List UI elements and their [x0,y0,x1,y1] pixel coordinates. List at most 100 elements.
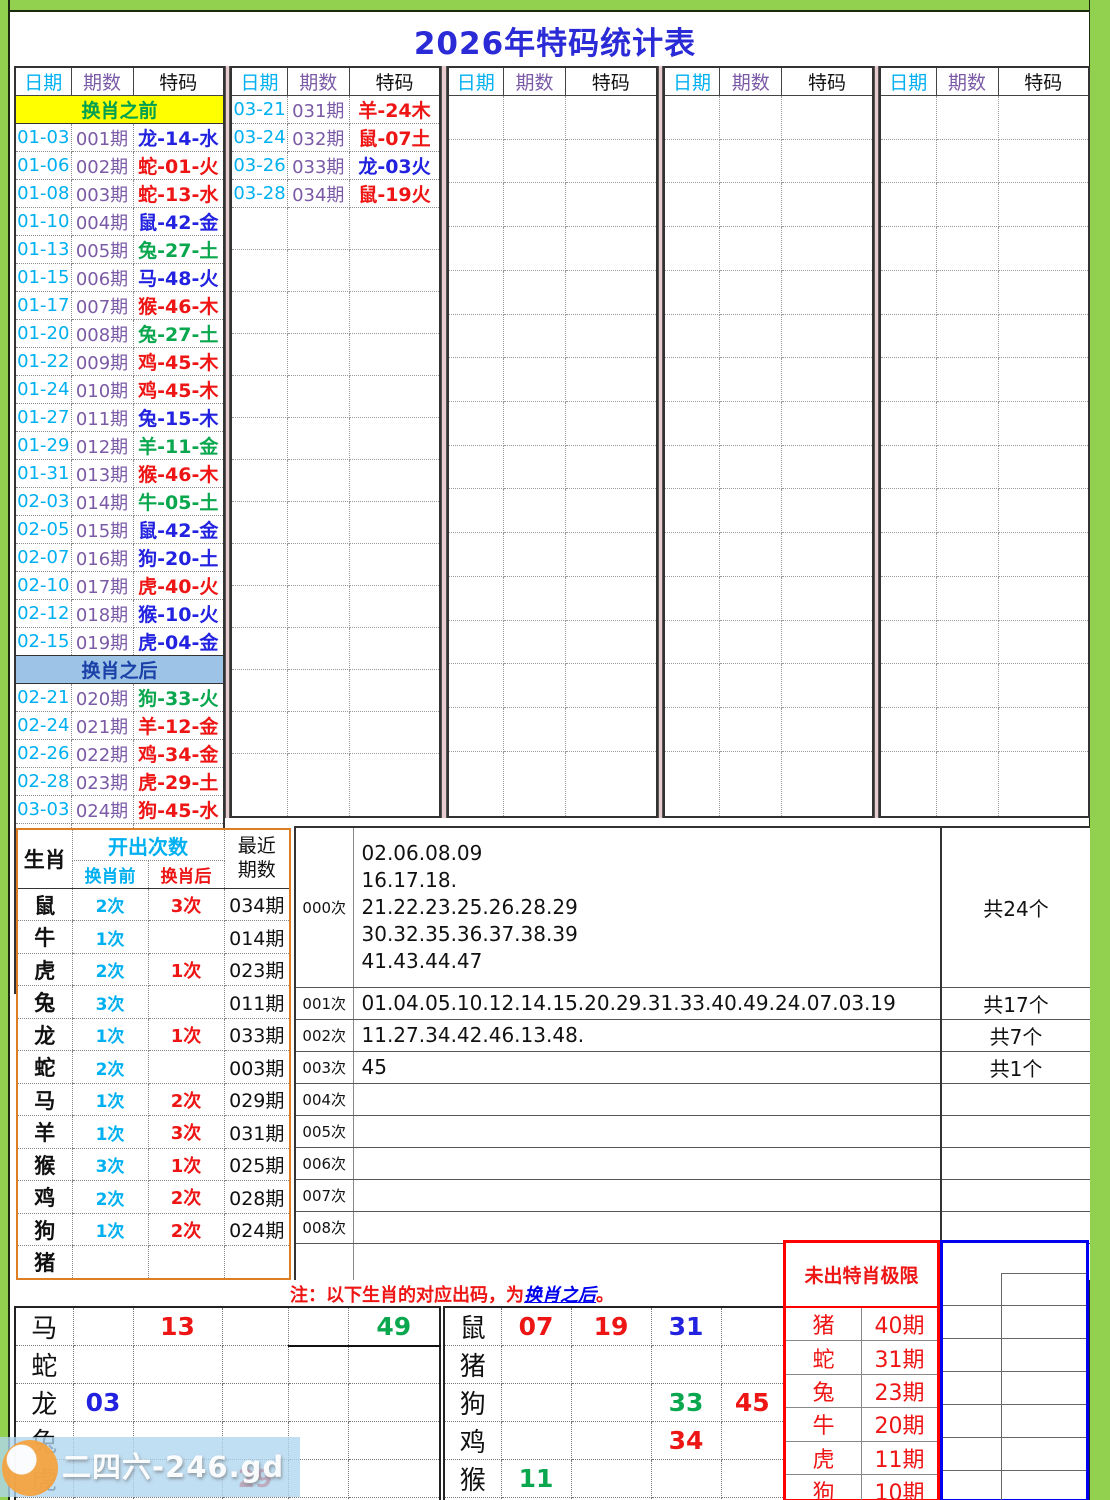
before-count: 2次 [72,1051,148,1083]
empty-cell [998,358,1089,402]
after-count: 3次 [148,1116,224,1148]
frame-left [0,0,10,1500]
recent-header: 最近期数 [224,829,290,889]
empty-cell [880,664,936,708]
code-cell: 兔-27-土 [133,320,224,348]
date-cell: 02-28 [15,768,71,796]
times-header: 开出次数 [72,829,224,861]
recent-period: 034期 [224,889,290,921]
empty-cell [664,402,720,446]
recent-period: 025期 [224,1148,290,1180]
column-header: 期数 [71,67,133,96]
empty-row [448,139,657,183]
recent-period: 014期 [224,921,290,953]
empty-cell [664,183,720,227]
code-cell: 蛇-13-水 [133,180,224,208]
note-link[interactable]: 换肖之后 [524,1285,596,1306]
before-subheader: 换肖前 [72,861,148,889]
frequency-numbers: 01.04.05.10.12.14.15.20.29.31.33.40.49.2… [353,987,941,1019]
frequency-numbers [353,1083,941,1115]
empty-row [448,445,657,489]
period-cell: 009期 [71,348,133,376]
empty-cell [349,376,440,418]
empty-cell [504,402,566,446]
code-cell: 兔-15-木 [133,404,224,432]
frequency-count [941,1179,1090,1211]
table-row: 03-24032期鼠-07土 [231,124,440,152]
empty-cell [998,620,1089,664]
empty-cell [720,620,782,664]
empty-cell [504,227,566,271]
blue-box-line [943,1437,1086,1438]
limits-title: 未出特肖极限 [786,1243,937,1308]
limit-row: 牛20期 [786,1408,937,1441]
empty-cell [664,664,720,708]
limit-periods: 10期 [862,1474,938,1500]
empty-cell [936,270,998,314]
empty-cell [880,445,936,489]
after-count: 1次 [148,1018,224,1050]
before-count: 1次 [72,1116,148,1148]
empty-row [231,544,440,586]
column-header: 期数 [936,67,998,96]
column-header: 期数 [287,67,349,96]
code-cell: 鼠-07土 [349,124,440,152]
limit-row: 猪40期 [786,1308,937,1341]
date-cell: 02-10 [15,572,71,600]
empty-cell [349,712,440,754]
code-cell: 鼠-42-金 [133,208,224,236]
date-cell: 01-10 [15,208,71,236]
section-label: 换肖之后 [15,656,224,684]
empty-row [664,402,873,446]
empty-cell [231,460,287,502]
empty-cell [504,620,566,664]
empty-row [664,445,873,489]
empty-cell [287,502,349,544]
limit-periods: 40期 [862,1308,938,1341]
empty-cell [720,270,782,314]
stats-header-row: 生肖开出次数最近期数 [17,829,290,861]
stats-zodiac: 狗 [17,1213,72,1245]
empty-cell [664,270,720,314]
date-cell: 02-24 [15,712,71,740]
date-cell: 03-26 [231,152,287,180]
frequency-row: 007次 [295,1179,1090,1211]
table-row: 02-26022期鸡-34-金 [15,740,224,768]
period-cell: 022期 [71,740,133,768]
stats-row: 猪 [17,1246,290,1279]
stats-row: 猴3次1次025期 [17,1148,290,1180]
period-cell: 021期 [71,712,133,740]
empty-row [880,533,1089,577]
empty-cell [782,489,873,533]
table-row: 01-08003期蛇-13-水 [15,180,224,208]
empty-row [664,708,873,752]
code-cell: 虎-40-火 [133,572,224,600]
zodiac-number-row: 蛇 [15,1346,440,1384]
empty-cell [349,502,440,544]
date-cell: 01-20 [15,320,71,348]
zodiac-cell: 猪 [444,1346,501,1384]
column-header: 特码 [349,67,440,96]
column-header: 日期 [880,67,936,96]
frequency-label: 004次 [295,1083,353,1115]
empty-cell [448,533,504,577]
numbers-line: 11.27.34.42.46.13.48. [362,1022,941,1049]
number-cell: 45 [721,1384,784,1422]
frequency-count: 共1个 [941,1051,1090,1083]
watermark-text: 二四六-246.gd [62,1444,284,1486]
date-cell: 02-03 [15,488,71,516]
empty-row [231,292,440,334]
empty-cell [349,586,440,628]
numbers-line: 02.06.08.09 [362,840,941,867]
after-count: 1次 [148,1148,224,1180]
number-cell [222,1307,288,1346]
table-row: 01-31013期猴-46-木 [15,460,224,488]
empty-row [880,227,1089,271]
blue-box-line [943,1338,1086,1339]
code-cell: 鼠-42-金 [133,516,224,544]
empty-cell [782,183,873,227]
empty-row [880,708,1089,752]
note-row: 注：以下生肖的对应出码，为换肖之后。 [290,1281,614,1307]
period-cell: 003期 [71,180,133,208]
number-cell [721,1422,784,1460]
